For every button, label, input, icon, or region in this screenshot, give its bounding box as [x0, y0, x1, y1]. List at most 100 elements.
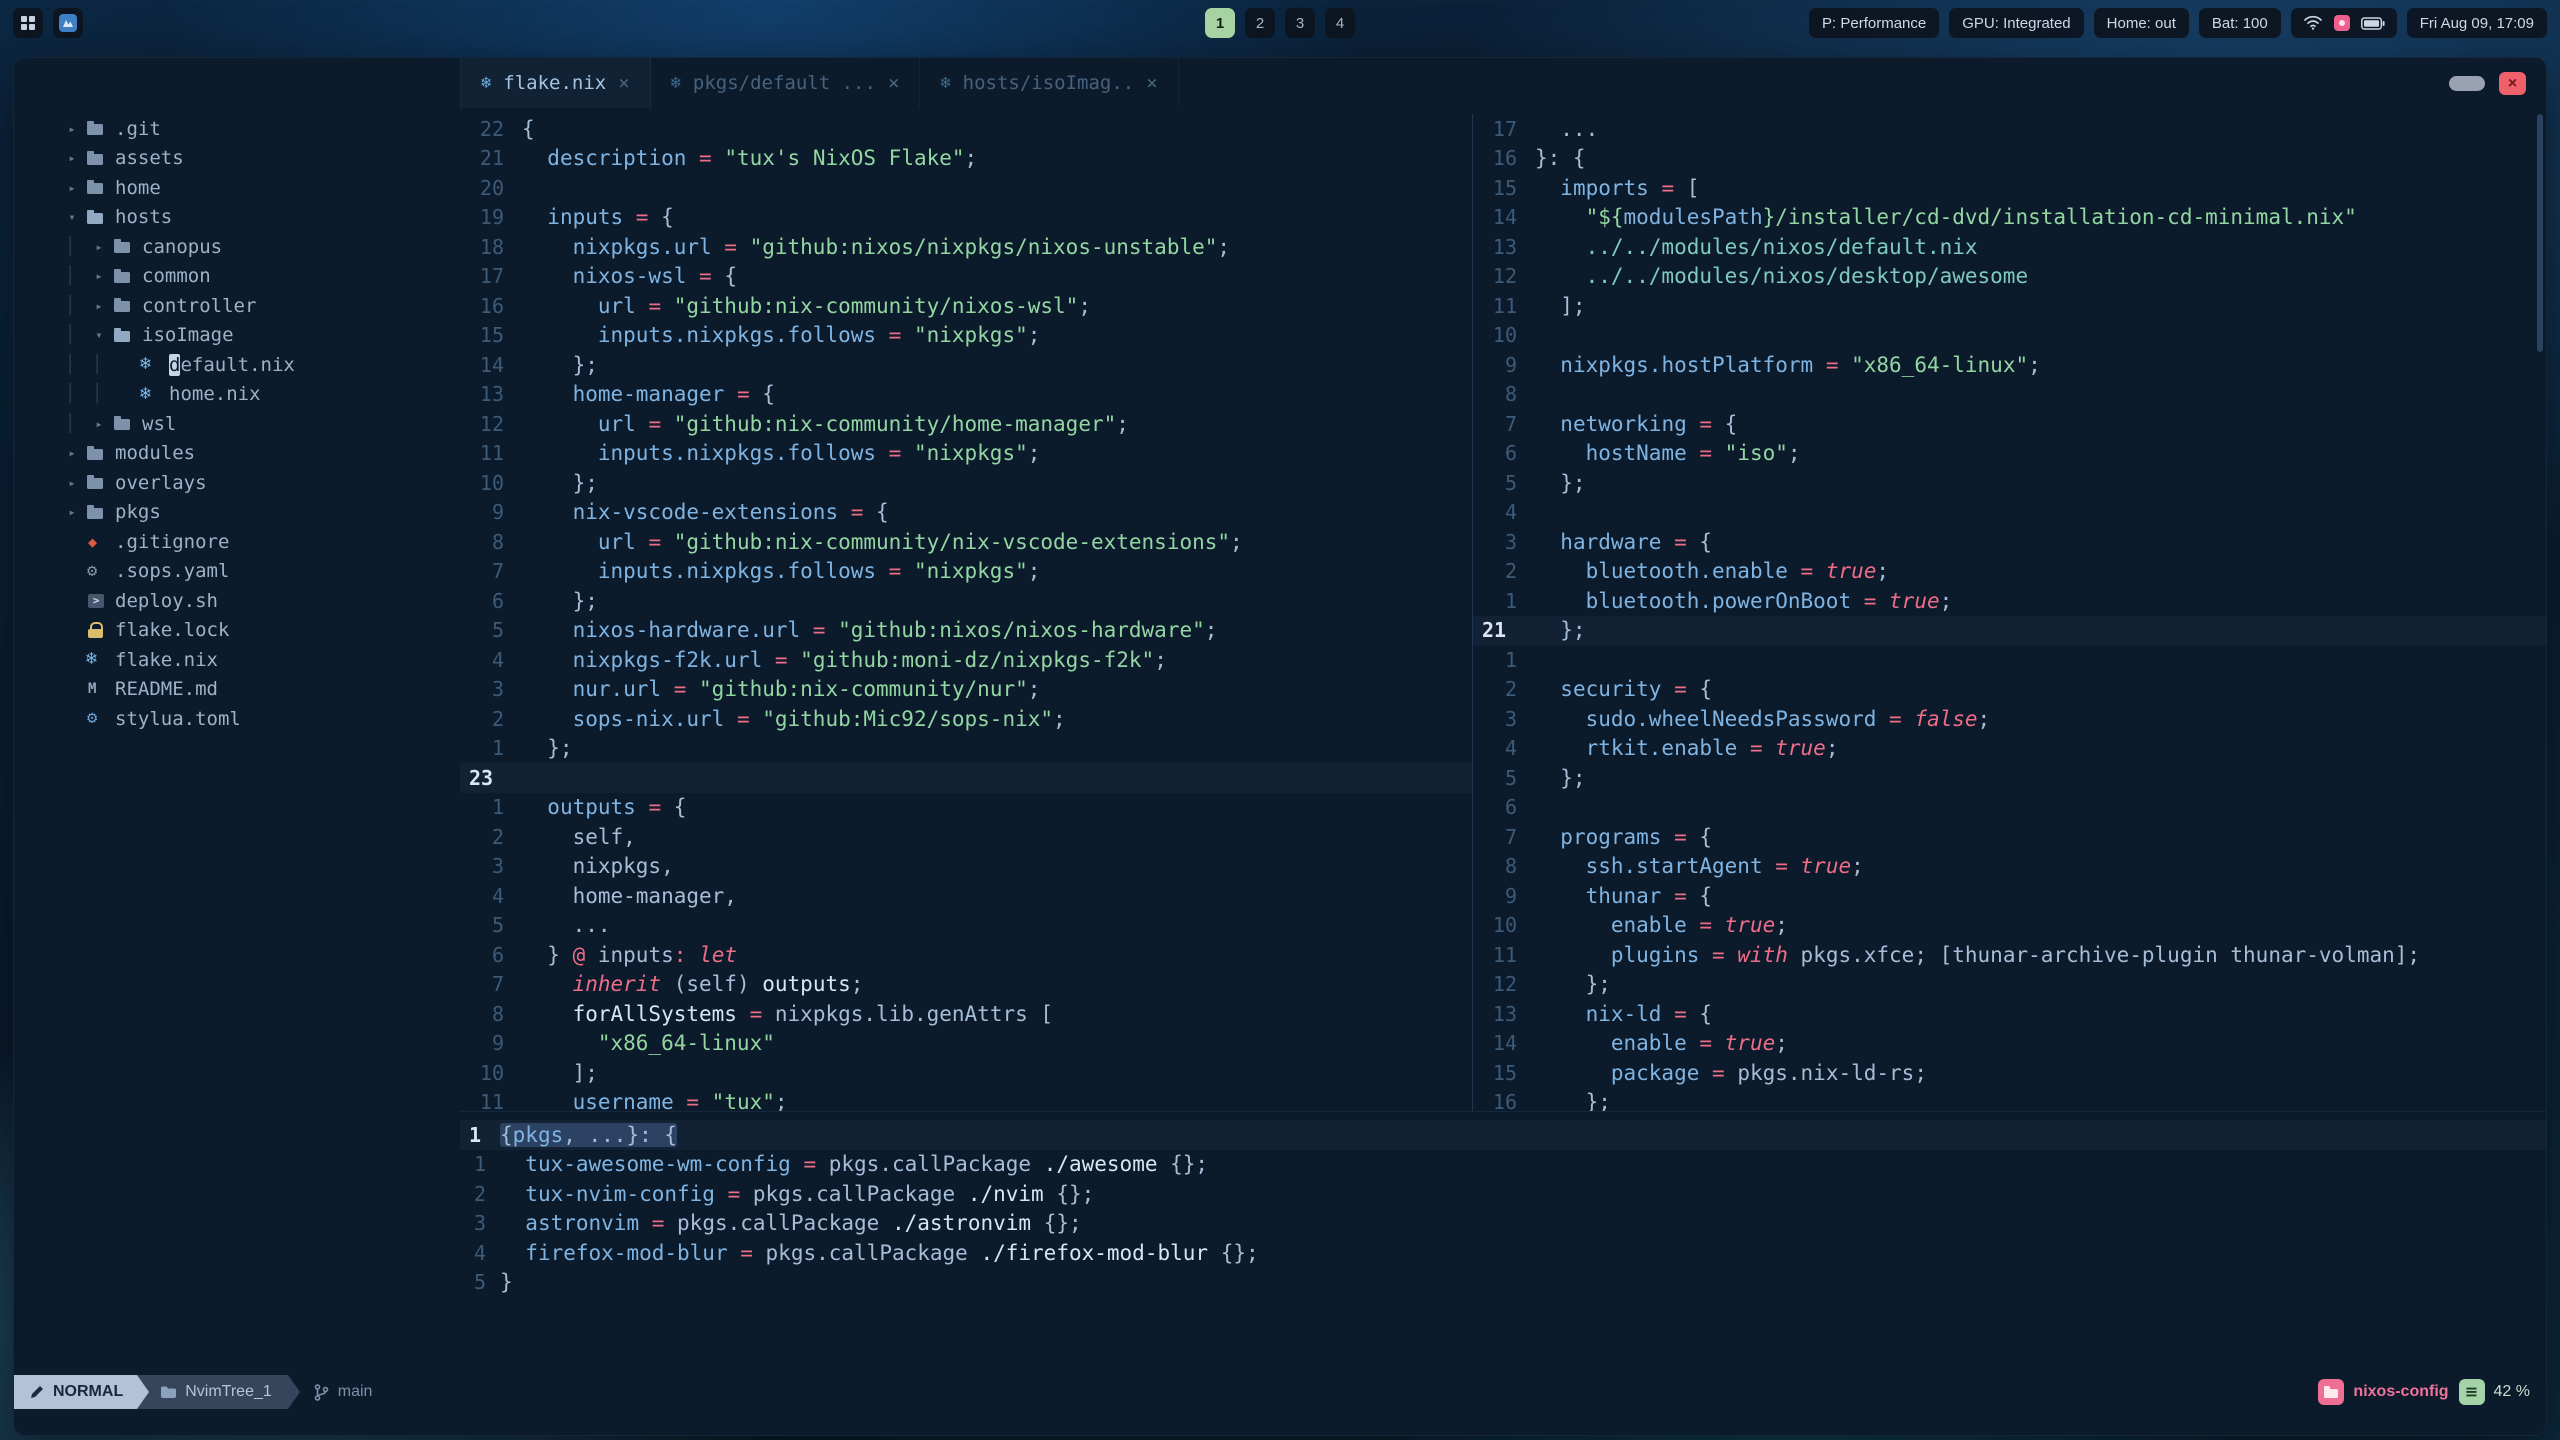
- tree-item[interactable]: ▸ pkgs: [14, 498, 460, 528]
- code-line[interactable]: 13 home-manager = {: [460, 380, 1472, 410]
- code-line[interactable]: 5 };: [1473, 763, 2546, 793]
- tree-item[interactable]: ▸ overlays: [14, 468, 460, 498]
- code-line[interactable]: 6 hostName = "iso";: [1473, 439, 2546, 469]
- code-line[interactable]: 1 outputs = {: [460, 793, 1472, 823]
- code-line[interactable]: 15 imports = [: [1473, 173, 2546, 203]
- code-line[interactable]: 11 ];: [1473, 291, 2546, 321]
- app-launcher-button[interactable]: [13, 8, 43, 38]
- code-line[interactable]: 16 url = "github:nix-community/nixos-wsl…: [460, 291, 1472, 321]
- code-line[interactable]: 6 };: [460, 586, 1472, 616]
- tree-item[interactable]: │ │ home.nix: [14, 380, 460, 410]
- code-line[interactable]: 5 };: [1473, 468, 2546, 498]
- code-line[interactable]: 8: [1473, 380, 2546, 410]
- code-line[interactable]: 22 {: [460, 114, 1472, 144]
- code-line[interactable]: 3 astronvim = pkgs.callPackage ./astronv…: [460, 1209, 2546, 1239]
- code-line[interactable]: 4 nixpkgs-f2k.url = "github:moni-dz/nixp…: [460, 645, 1472, 675]
- code-line[interactable]: 14 enable = true;: [1473, 1029, 2546, 1059]
- code-line[interactable]: 10 ];: [460, 1058, 1472, 1088]
- code-line[interactable]: 4 rtkit.enable = true;: [1473, 734, 2546, 764]
- code-line[interactable]: 9 nixpkgs.hostPlatform = "x86_64-linux";: [1473, 350, 2546, 380]
- code-line[interactable]: 15 inputs.nixpkgs.follows = "nixpkgs";: [460, 321, 1472, 351]
- tree-item[interactable]: ▸ home: [14, 173, 460, 203]
- tree-item[interactable]: ▸ assets: [14, 144, 460, 174]
- code-line[interactable]: 5 nixos-hardware.url = "github:nixos/nix…: [460, 616, 1472, 646]
- code-line[interactable]: 16}: {: [1473, 144, 2546, 174]
- workspace-button[interactable]: 3: [1285, 8, 1315, 38]
- code-line[interactable]: 10: [1473, 321, 2546, 351]
- tree-item[interactable]: deploy.sh: [14, 586, 460, 616]
- code-line[interactable]: 7 programs = {: [1473, 822, 2546, 852]
- code-line[interactable]: 3 nixpkgs,: [460, 852, 1472, 882]
- tree-item[interactable]: ▸ .git: [14, 114, 460, 144]
- code-line[interactable]: 17 nixos-wsl = {: [460, 262, 1472, 292]
- code-line[interactable]: 11 plugins = with pkgs.xfce; [thunar-arc…: [1473, 940, 2546, 970]
- code-line[interactable]: 5}: [460, 1268, 2546, 1298]
- tab-close-icon[interactable]: ×: [618, 72, 629, 94]
- code-line[interactable]: 4 firefox-mod-blur = pkgs.callPackage ./…: [460, 1238, 2546, 1268]
- code-line[interactable]: 4 home-manager,: [460, 881, 1472, 911]
- code-line[interactable]: 16 };: [1473, 1088, 2546, 1111]
- code-line[interactable]: 9 "x86_64-linux": [460, 1029, 1472, 1059]
- code-line[interactable]: 2 self,: [460, 822, 1472, 852]
- code-line[interactable]: 5 ...: [460, 911, 1472, 941]
- code-line[interactable]: 9 nix-vscode-extensions = {: [460, 498, 1472, 528]
- code-line[interactable]: 12 url = "github:nix-community/home-mana…: [460, 409, 1472, 439]
- close-window-button[interactable]: ×: [2499, 71, 2526, 95]
- maximize-button[interactable]: [2449, 75, 2485, 91]
- code-line[interactable]: 12 };: [1473, 970, 2546, 1000]
- code-line[interactable]: 8 ssh.startAgent = true;: [1473, 852, 2546, 882]
- editor-tab[interactable]: ❄ pkgs/default ... ×: [651, 58, 921, 108]
- tree-item[interactable]: .gitignore: [14, 527, 460, 557]
- editor-tab[interactable]: ❄ flake.nix ×: [460, 58, 651, 108]
- workspace-button[interactable]: 4: [1325, 8, 1355, 38]
- code-line[interactable]: 9 thunar = {: [1473, 881, 2546, 911]
- code-line[interactable]: 6: [1473, 793, 2546, 823]
- tree-item[interactable]: ▾ hosts: [14, 203, 460, 233]
- code-line[interactable]: 3 sudo.wheelNeedsPassword = false;: [1473, 704, 2546, 734]
- tree-item[interactable]: │ ▸ common: [14, 262, 460, 292]
- code-line[interactable]: 4: [1473, 498, 2546, 528]
- tree-item[interactable]: │ ▸ canopus: [14, 232, 460, 262]
- code-line[interactable]: 19 inputs = {: [460, 203, 1472, 233]
- code-line[interactable]: 18 nixpkgs.url = "github:nixos/nixpkgs/n…: [460, 232, 1472, 262]
- scrollbar-thumb[interactable]: [2537, 114, 2543, 352]
- code-line[interactable]: 13 nix-ld = {: [1473, 999, 2546, 1029]
- code-line[interactable]: 23: [460, 763, 1472, 793]
- code-line[interactable]: 7 inputs.nixpkgs.follows = "nixpkgs";: [460, 557, 1472, 587]
- tab-close-icon[interactable]: ×: [888, 72, 899, 94]
- code-line[interactable]: 21 description = "tux's NixOS Flake";: [460, 144, 1472, 174]
- workspace-button[interactable]: 2: [1245, 8, 1275, 38]
- code-line[interactable]: 3 hardware = {: [1473, 527, 2546, 557]
- tree-item[interactable]: stylua.toml: [14, 704, 460, 734]
- tree-item[interactable]: .sops.yaml: [14, 557, 460, 587]
- code-line[interactable]: 14 };: [460, 350, 1472, 380]
- code-line[interactable]: 14 "${modulesPath}/installer/cd-dvd/inst…: [1473, 203, 2546, 233]
- logo-button[interactable]: [53, 8, 83, 38]
- code-line[interactable]: 1 {pkgs, ...}: {: [460, 1120, 2546, 1150]
- tree-item[interactable]: │ ▾ isoImage: [14, 321, 460, 351]
- tree-item[interactable]: │ ▸ controller: [14, 291, 460, 321]
- code-line[interactable]: 2 security = {: [1473, 675, 2546, 705]
- code-line[interactable]: 6 } @ inputs: let: [460, 940, 1472, 970]
- code-line[interactable]: 1: [1473, 645, 2546, 675]
- code-line[interactable]: 17 ...: [1473, 114, 2546, 144]
- code-line[interactable]: 10 enable = true;: [1473, 911, 2546, 941]
- code-line[interactable]: 2 sops-nix.url = "github:Mic92/sops-nix"…: [460, 704, 1472, 734]
- tree-item[interactable]: │ │ default.nix: [14, 350, 460, 380]
- code-line[interactable]: 13 ../../modules/nixos/default.nix: [1473, 232, 2546, 262]
- tree-item[interactable]: README.md: [14, 675, 460, 705]
- code-line[interactable]: 8 url = "github:nix-community/nix-vscode…: [460, 527, 1472, 557]
- tab-close-icon[interactable]: ×: [1146, 72, 1157, 94]
- code-line[interactable]: 2 bluetooth.enable = true;: [1473, 557, 2546, 587]
- code-line[interactable]: 3 nur.url = "github:nix-community/nur";: [460, 675, 1472, 705]
- tree-item[interactable]: flake.lock: [14, 616, 460, 646]
- code-line[interactable]: 15 package = pkgs.nix-ld-rs;: [1473, 1058, 2546, 1088]
- code-line[interactable]: 7 networking = {: [1473, 409, 2546, 439]
- code-line[interactable]: 11 inputs.nixpkgs.follows = "nixpkgs";: [460, 439, 1472, 469]
- code-line[interactable]: 1 tux-awesome-wm-config = pkgs.callPacka…: [460, 1150, 2546, 1180]
- code-line[interactable]: 10 };: [460, 468, 1472, 498]
- code-line[interactable]: 7 inherit (self) outputs;: [460, 970, 1472, 1000]
- code-line[interactable]: 12 ../../modules/nixos/desktop/awesome: [1473, 262, 2546, 292]
- code-line[interactable]: 8 forAllSystems = nixpkgs.lib.genAttrs [: [460, 999, 1472, 1029]
- tree-item[interactable]: ▸ modules: [14, 439, 460, 469]
